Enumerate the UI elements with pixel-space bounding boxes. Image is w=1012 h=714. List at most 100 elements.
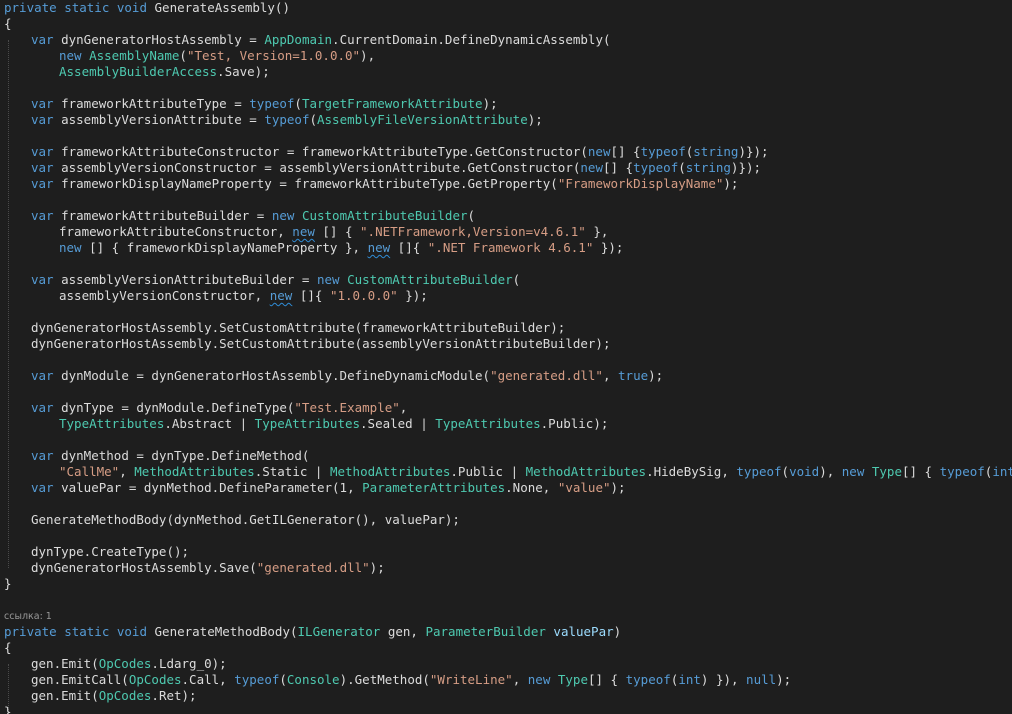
keyword-token: var bbox=[31, 32, 62, 47]
code-line[interactable]: frameworkAttributeConstructor, new [] { … bbox=[4, 224, 1012, 240]
code-line[interactable]: dynGeneratorHostAssembly.SetCustomAttrib… bbox=[4, 336, 1012, 352]
code-text: .Static | bbox=[254, 464, 330, 479]
code-line[interactable] bbox=[4, 432, 1012, 448]
code-line[interactable] bbox=[4, 80, 1012, 96]
keyword-token: var bbox=[31, 160, 62, 175]
code-text: ), bbox=[819, 464, 842, 479]
code-text: [] { bbox=[587, 672, 626, 687]
code-line[interactable]: var frameworkAttributeType = typeof(Targ… bbox=[4, 96, 1012, 112]
keyword-token: typeof bbox=[939, 464, 985, 479]
code-line[interactable]: new AssemblyName("Test, Version=1.0.0.0"… bbox=[4, 48, 1012, 64]
code-text: frameworkAttributeConstructor = framewor… bbox=[61, 144, 588, 159]
code-line[interactable]: { bbox=[4, 16, 1012, 32]
code-line[interactable]: "CallMe", MethodAttributes.Static | Meth… bbox=[4, 464, 1012, 480]
code-line[interactable] bbox=[4, 352, 1012, 368]
code-text: dynMethod = dynType.DefineMethod( bbox=[61, 448, 310, 463]
codelens-references[interactable]: ссылка: 1 bbox=[4, 608, 1012, 624]
string-literal: "generated.dll" bbox=[256, 560, 370, 575]
code-line[interactable]: var dynModule = dynGeneratorHostAssembly… bbox=[4, 368, 1012, 384]
code-text: ); bbox=[369, 560, 385, 575]
code-line[interactable]: dynType.CreateType(); bbox=[4, 544, 1012, 560]
code-line[interactable]: } bbox=[4, 704, 1012, 714]
code-line[interactable]: { bbox=[4, 640, 1012, 656]
code-line[interactable] bbox=[4, 128, 1012, 144]
code-text: dynGeneratorHostAssembly.Save( bbox=[31, 560, 257, 575]
type-token: AppDomain bbox=[264, 32, 333, 47]
code-text: gen.EmitCall( bbox=[31, 672, 129, 687]
code-line[interactable]: gen.EmitCall(OpCodes.Call, typeof(Consol… bbox=[4, 672, 1012, 688]
keyword-token: typeof bbox=[640, 144, 686, 159]
keyword-token: var bbox=[31, 176, 62, 191]
code-line[interactable]: var frameworkAttributeConstructor = fram… bbox=[4, 144, 1012, 160]
code-line[interactable]: AssemblyBuilderAccess.Save); bbox=[4, 64, 1012, 80]
code-line[interactable]: var frameworkDisplayNameProperty = frame… bbox=[4, 176, 1012, 192]
string-literal: "Test, Version=1.0.0.0" bbox=[186, 48, 361, 63]
code-line[interactable]: private static void GenerateMethodBody(I… bbox=[4, 624, 1012, 640]
code-text: , bbox=[602, 368, 619, 383]
code-line[interactable]: private static void GenerateAssembly() bbox=[4, 0, 1012, 16]
code-line[interactable]: TypeAttributes.Abstract | TypeAttributes… bbox=[4, 416, 1012, 432]
type-token: OpCodes bbox=[98, 656, 152, 671]
code-line[interactable] bbox=[4, 304, 1012, 320]
code-line[interactable] bbox=[4, 528, 1012, 544]
code-line[interactable]: gen.Emit(OpCodes.Ret); bbox=[4, 688, 1012, 704]
code-line[interactable]: GenerateMethodBody(dynMethod.GetILGenera… bbox=[4, 512, 1012, 528]
string-literal: "value" bbox=[557, 480, 611, 495]
code-text: []{ bbox=[292, 288, 330, 303]
parameter-token: valuePar bbox=[545, 624, 614, 639]
type-token: ParameterBuilder bbox=[425, 624, 546, 639]
code-text: [] { bbox=[314, 224, 361, 239]
code-line[interactable]: var assemblyVersionAttributeBuilder = ne… bbox=[4, 272, 1012, 288]
code-text: , bbox=[399, 400, 408, 415]
code-line[interactable]: var dynType = dynModule.DefineType("Test… bbox=[4, 400, 1012, 416]
code-text: .Ldarg_0); bbox=[151, 656, 227, 671]
code-line[interactable]: var dynMethod = dynType.DefineMethod( bbox=[4, 448, 1012, 464]
code-line[interactable] bbox=[4, 384, 1012, 400]
code-text: .Sealed | bbox=[360, 416, 436, 431]
code-editor[interactable]: private static void GenerateAssembly(){v… bbox=[0, 0, 1012, 714]
type-token: MethodAttributes bbox=[525, 464, 647, 479]
keyword-token: typeof bbox=[625, 672, 671, 687]
keyword-token: new bbox=[271, 208, 302, 223]
code-line[interactable]: new [] { frameworkDisplayNameProperty },… bbox=[4, 240, 1012, 256]
code-text: gen.Emit( bbox=[31, 656, 99, 671]
code-line[interactable] bbox=[4, 592, 1012, 608]
type-token: Type bbox=[871, 464, 902, 479]
code-text: dynGeneratorHostAssembly.SetCustomAttrib… bbox=[31, 320, 566, 335]
code-text: dynType = dynModule.DefineType( bbox=[61, 400, 295, 415]
code-line[interactable]: gen.Emit(OpCodes.Ldarg_0); bbox=[4, 656, 1012, 672]
keyword-token: var bbox=[31, 96, 62, 111]
code-line[interactable]: var assemblyVersionAttribute = typeof(As… bbox=[4, 112, 1012, 128]
code-text: ( bbox=[781, 464, 790, 479]
code-text: ), bbox=[360, 48, 376, 63]
type-token: Console bbox=[286, 672, 340, 687]
string-literal: ".NET Framework 4.6.1" bbox=[427, 240, 594, 255]
code-line[interactable]: var frameworkAttributeBuilder = new Cust… bbox=[4, 208, 1012, 224]
code-line[interactable]: dynGeneratorHostAssembly.SetCustomAttrib… bbox=[4, 320, 1012, 336]
code-text: }); bbox=[397, 288, 428, 303]
code-line[interactable] bbox=[4, 192, 1012, 208]
code-text: .HideBySig, bbox=[646, 464, 737, 479]
keyword-token: int bbox=[992, 464, 1012, 479]
code-text: ); bbox=[648, 368, 664, 383]
code-text: } bbox=[4, 704, 12, 714]
code-line[interactable] bbox=[4, 256, 1012, 272]
code-text: ).GetMethod( bbox=[339, 672, 430, 687]
type-token: Type bbox=[557, 672, 588, 687]
code-text: [] { bbox=[901, 464, 940, 479]
type-token: AssemblyName bbox=[89, 48, 180, 63]
code-line[interactable] bbox=[4, 496, 1012, 512]
code-line[interactable]: var assemblyVersionConstructor = assembl… bbox=[4, 160, 1012, 176]
code-line[interactable]: } bbox=[4, 576, 1012, 592]
code-text: []{ bbox=[390, 240, 428, 255]
code-line[interactable]: dynGeneratorHostAssembly.Save("generated… bbox=[4, 560, 1012, 576]
code-line[interactable]: var dynGeneratorHostAssembly = AppDomain… bbox=[4, 32, 1012, 48]
code-text: )}); bbox=[730, 160, 762, 175]
code-line[interactable]: var valuePar = dynMethod.DefineParameter… bbox=[4, 480, 1012, 496]
keyword-token: void bbox=[789, 464, 820, 479]
code-line[interactable]: assemblyVersionConstructor, new []{ "1.0… bbox=[4, 288, 1012, 304]
keyword-token: new bbox=[59, 240, 90, 255]
string-literal: "generated.dll" bbox=[490, 368, 603, 383]
type-token: CustomAttributeBuilder bbox=[347, 272, 513, 287]
code-text: gen, bbox=[380, 624, 426, 639]
